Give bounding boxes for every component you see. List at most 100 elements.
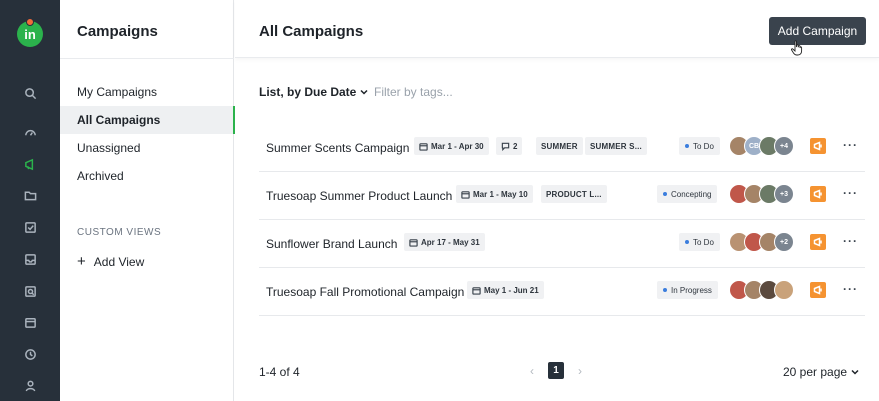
campaign-name[interactable]: Truesoap Summer Product Launch (266, 189, 452, 203)
megaphone-icon[interactable] (23, 157, 37, 171)
plus-icon: + (77, 253, 86, 270)
avatar (774, 280, 794, 300)
more-options-icon[interactable]: ··· (843, 138, 858, 152)
date-range-text: Mar 1 - Apr 30 (431, 141, 484, 151)
logo-text: in (24, 26, 36, 42)
status-text: In Progress (671, 285, 712, 295)
prev-page-icon[interactable]: ‹ (530, 364, 534, 378)
chevron-down-icon (360, 89, 368, 95)
status-dot (685, 144, 689, 148)
review-icon[interactable] (23, 284, 37, 298)
date-range-text: Mar 1 - May 10 (473, 189, 528, 199)
campaign-name[interactable]: Sunflower Brand Launch (266, 237, 397, 251)
status-text: To Do (693, 141, 714, 151)
add-campaign-button[interactable]: Add Campaign (769, 17, 866, 45)
more-options-icon[interactable]: ··· (843, 234, 858, 248)
campaign-megaphone-icon[interactable] (810, 282, 826, 298)
avatar-overflow-count: +2 (774, 232, 794, 252)
tag-filter-input[interactable]: Filter by tags... (374, 85, 453, 99)
assignee-avatars[interactable]: CB +4 (729, 136, 799, 156)
sidebar-item-label: All Campaigns (77, 113, 161, 127)
per-page-label: 20 per page (783, 365, 848, 379)
date-range-text: Apr 17 - May 31 (421, 237, 480, 247)
status-dot (663, 192, 667, 196)
campaign-megaphone-icon[interactable] (810, 186, 826, 202)
chevron-down-icon (851, 369, 859, 375)
status-dot (663, 288, 667, 292)
assignee-avatars[interactable]: +3 (729, 184, 799, 204)
status-text: Concepting (671, 189, 712, 199)
calendar-icon (409, 238, 418, 247)
custom-views-heading: CUSTOM VIEWS (77, 227, 162, 238)
sidebar-divider (60, 58, 234, 59)
folder-icon[interactable] (23, 188, 37, 202)
main-content: All Campaigns Add Campaign List, by Due … (235, 0, 879, 401)
date-range-chip: Mar 1 - Apr 30 (414, 137, 489, 155)
app-logo[interactable]: in (17, 18, 43, 47)
date-range-text: May 1 - Jun 21 (484, 285, 539, 295)
list-by-dropdown[interactable]: List, by Due Date (259, 85, 368, 99)
campaigns-sidebar: Campaigns My Campaigns All Campaigns Una… (60, 0, 235, 401)
status-badge[interactable]: To Do (679, 137, 720, 155)
calendar-icon[interactable] (23, 315, 37, 329)
sidebar-item-label: Unassigned (77, 141, 141, 155)
avatar-overflow-count: +3 (774, 184, 794, 204)
page-number-current[interactable]: 1 (548, 362, 564, 379)
table-row[interactable]: Truesoap Fall Promotional Campaign May 1… (259, 268, 865, 316)
comment-count: 2 (513, 141, 518, 151)
tag-chip[interactable]: PRODUCT L... (541, 185, 607, 203)
table-row[interactable]: Truesoap Summer Product Launch Mar 1 - M… (259, 172, 865, 220)
status-badge[interactable]: Concepting (657, 185, 718, 203)
logo-dot (26, 18, 34, 26)
status-dot (685, 240, 689, 244)
list-by-label: List, by Due Date (259, 85, 357, 99)
date-range-chip: Mar 1 - May 10 (456, 185, 533, 203)
sidebar-item-my-campaigns[interactable]: My Campaigns (60, 78, 234, 106)
campaign-megaphone-icon[interactable] (810, 234, 826, 250)
search-icon[interactable] (23, 86, 37, 100)
assignee-avatars[interactable]: +2 (729, 232, 799, 252)
sidebar-item-unassigned[interactable]: Unassigned (60, 134, 234, 162)
more-options-icon[interactable]: ··· (843, 282, 858, 296)
avatar-overflow-count: +4 (774, 136, 794, 156)
date-range-chip: Apr 17 - May 31 (404, 233, 485, 251)
status-badge[interactable]: To Do (679, 233, 720, 251)
sidebar-title: Campaigns (77, 23, 158, 40)
hand-cursor-icon (791, 40, 803, 56)
tag-chip[interactable]: SUMMER (536, 137, 583, 155)
page-title: All Campaigns (259, 23, 364, 40)
per-page-dropdown[interactable]: 20 per page (783, 365, 859, 379)
dashboard-icon[interactable] (23, 125, 37, 139)
task-check-icon[interactable] (23, 220, 37, 234)
calendar-icon (461, 190, 470, 199)
add-view-label: Add View (93, 254, 145, 269)
inbox-icon[interactable] (23, 252, 37, 266)
sidebar-item-label: My Campaigns (77, 85, 158, 99)
table-row[interactable]: Sunflower Brand Launch Apr 17 - May 31 T… (259, 220, 865, 268)
next-page-icon[interactable]: › (578, 364, 582, 378)
status-badge[interactable]: In Progress (657, 281, 718, 299)
table-row[interactable]: Summer Scents Campaign Mar 1 - Apr 30 2 … (259, 124, 865, 172)
tag-chip[interactable]: SUMMER S... (585, 137, 647, 155)
add-view-button[interactable]: + Add View (77, 254, 144, 269)
comment-icon (501, 142, 510, 151)
app-rail: in (0, 0, 60, 401)
pagination: ‹ 1 › (530, 362, 582, 379)
status-text: To Do (693, 237, 714, 247)
comment-count-chip[interactable]: 2 (496, 137, 523, 155)
clock-icon[interactable] (23, 347, 37, 361)
results-count: 1-4 of 4 (259, 365, 300, 379)
campaign-megaphone-icon[interactable] (810, 138, 826, 154)
user-icon[interactable] (23, 378, 37, 392)
date-range-chip: May 1 - Jun 21 (467, 281, 544, 299)
main-header: All Campaigns Add Campaign (235, 0, 879, 58)
campaign-name[interactable]: Truesoap Fall Promotional Campaign (266, 285, 464, 299)
calendar-icon (419, 142, 428, 151)
sidebar-item-label: Archived (77, 169, 124, 183)
calendar-icon (472, 286, 481, 295)
sidebar-item-archived[interactable]: Archived (60, 162, 234, 190)
more-options-icon[interactable]: ··· (843, 186, 858, 200)
campaign-name[interactable]: Summer Scents Campaign (266, 141, 409, 155)
assignee-avatars[interactable] (729, 280, 799, 300)
sidebar-item-all-campaigns[interactable]: All Campaigns (60, 106, 235, 134)
